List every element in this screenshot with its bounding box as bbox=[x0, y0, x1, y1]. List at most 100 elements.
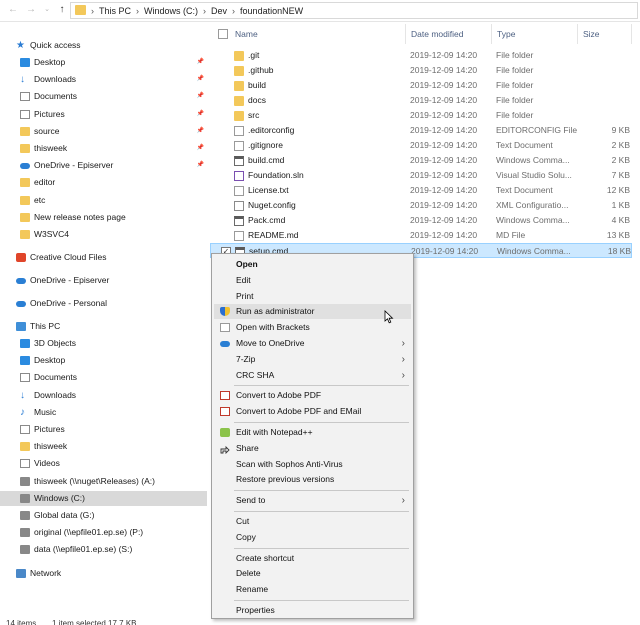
file-row[interactable]: .git 2019-12-09 14:20 File folder bbox=[210, 48, 632, 63]
nav-creative-cloud[interactable]: Creative Cloud Files bbox=[0, 250, 207, 265]
menu-item-delete[interactable]: Delete bbox=[214, 566, 411, 581]
breadcrumb-separator-icon[interactable]: › bbox=[203, 4, 206, 18]
nav-this-pc-item[interactable]: thisweek bbox=[0, 439, 207, 454]
file-date: 2019-12-09 14:20 bbox=[410, 215, 478, 225]
menu-item-open[interactable]: Open bbox=[214, 257, 411, 272]
nav-item-label: New release notes page bbox=[34, 211, 126, 222]
file-type: File folder bbox=[496, 95, 534, 105]
menu-item-convert-to-adobe-pdf-and-email[interactable]: Convert to Adobe PDF and EMail bbox=[214, 404, 411, 419]
breadcrumb-item[interactable]: Dev bbox=[211, 4, 227, 18]
nav-onedrive-personal[interactable]: OneDrive - Personal bbox=[0, 296, 207, 311]
column-header-type[interactable]: Type bbox=[492, 24, 578, 44]
menu-item-copy[interactable]: Copy bbox=[214, 530, 411, 545]
nav-quick-access-item[interactable]: Pictures 📌 bbox=[0, 107, 207, 122]
menu-item-create-shortcut[interactable]: Create shortcut bbox=[214, 551, 411, 566]
file-row[interactable]: docs 2019-12-09 14:20 File folder bbox=[210, 93, 632, 108]
file-date: 2019-12-09 14:20 bbox=[410, 125, 478, 135]
menu-item-edit-with-notepad[interactable]: Edit with Notepad++ bbox=[214, 425, 411, 440]
nav-this-pc-item[interactable]: Global data (G:) bbox=[0, 508, 207, 523]
nav-quick-access-item[interactable]: Documents 📌 bbox=[0, 89, 207, 104]
folder-icon bbox=[20, 212, 30, 222]
recent-locations-chevron-icon[interactable]: ⌄ bbox=[40, 3, 54, 17]
nav-quick-access-item[interactable]: W3SVC4 bbox=[0, 227, 207, 242]
nav-onedrive-episerver[interactable]: OneDrive - Episerver bbox=[0, 273, 207, 288]
menu-item-send-to[interactable]: Send to › bbox=[214, 493, 411, 508]
file-row[interactable]: .gitignore 2019-12-09 14:20 Text Document 2… bbox=[210, 138, 632, 153]
column-header-name[interactable]: Name bbox=[230, 24, 406, 44]
nav-this-pc-item[interactable]: ↓ Downloads bbox=[0, 388, 207, 403]
breadcrumb-separator-icon[interactable]: › bbox=[232, 4, 235, 18]
file-type: Windows Comma... bbox=[497, 246, 571, 256]
menu-item-restore-previous-versions[interactable]: Restore previous versions bbox=[214, 472, 411, 487]
nav-this-pc-item[interactable]: thisweek (\\nuget\Releases) (A:) bbox=[0, 474, 207, 489]
nav-this-pc-item[interactable]: Desktop bbox=[0, 353, 207, 368]
menu-item-open-with-brackets[interactable]: Open with Brackets bbox=[214, 320, 411, 335]
menu-item-crc-sha[interactable]: CRC SHA › bbox=[214, 368, 411, 383]
nav-this-pc-item[interactable]: original (\\epfile01.ep.se) (P:) bbox=[0, 525, 207, 540]
back-arrow-icon[interactable]: ← bbox=[6, 3, 20, 17]
nav-network[interactable]: Network bbox=[0, 566, 207, 581]
breadcrumb-separator-icon[interactable]: › bbox=[91, 4, 94, 18]
file-size: 1 KB bbox=[611, 200, 630, 210]
nav-quick-access-item[interactable]: thisweek 📌 bbox=[0, 141, 207, 156]
nav-quick-access[interactable]: ★ Quick access bbox=[0, 38, 207, 53]
menu-item-cut[interactable]: Cut bbox=[214, 514, 411, 529]
file-row[interactable]: README.md 2019-12-09 14:20 MD File 13 KB bbox=[210, 228, 632, 243]
menu-item-7-zip[interactable]: 7-Zip › bbox=[214, 352, 411, 367]
menu-separator bbox=[234, 600, 409, 601]
nav-this-pc-item[interactable]: Videos bbox=[0, 456, 207, 471]
breadcrumb-item[interactable]: Windows (C:) bbox=[144, 4, 198, 18]
nav-quick-access-item[interactable]: Desktop 📌 bbox=[0, 55, 207, 70]
select-all-checkbox[interactable] bbox=[218, 29, 228, 39]
file-row[interactable]: build.cmd 2019-12-09 14:20 Windows Comma..… bbox=[210, 153, 632, 168]
nav-this-pc-item[interactable]: Pictures bbox=[0, 422, 207, 437]
breadcrumb-item[interactable]: This PC bbox=[99, 4, 131, 18]
nav-item-label: original (\\epfile01.ep.se) (P:) bbox=[34, 527, 144, 538]
breadcrumb-item[interactable]: foundationNEW bbox=[240, 4, 303, 18]
column-header-size[interactable]: Size bbox=[578, 24, 632, 44]
nav-quick-access-item[interactable]: editor bbox=[0, 175, 207, 190]
breadcrumb-separator-icon[interactable]: › bbox=[136, 4, 139, 18]
nav-quick-access-item[interactable]: source 📌 bbox=[0, 124, 207, 139]
file-row[interactable]: Pack.cmd 2019-12-09 14:20 Windows Comma...… bbox=[210, 213, 632, 228]
onedrive-icon bbox=[16, 301, 26, 307]
nav-this-pc-item[interactable]: Documents bbox=[0, 370, 207, 385]
nav-this-pc-item[interactable]: ♪ Music bbox=[0, 405, 207, 420]
file-size: 2 KB bbox=[611, 140, 630, 150]
nav-this-pc[interactable]: This PC bbox=[0, 319, 207, 334]
menu-item-print[interactable]: Print bbox=[214, 289, 411, 304]
menu-item-edit[interactable]: Edit bbox=[214, 273, 411, 288]
file-row[interactable]: src 2019-12-09 14:20 File folder bbox=[210, 108, 632, 123]
menu-item-run-as-administrator[interactable]: Run as administrator bbox=[214, 304, 411, 320]
file-row[interactable]: Foundation.sln 2019-12-09 14:20 Visual Stu… bbox=[210, 168, 632, 183]
file-row[interactable]: License.txt 2019-12-09 14:20 Text Document… bbox=[210, 183, 632, 198]
nav-quick-access-item[interactable]: OneDrive - Episerver 📌 bbox=[0, 158, 207, 173]
menu-item-convert-to-adobe-pdf[interactable]: Convert to Adobe PDF bbox=[214, 388, 411, 403]
menu-item-scan-with-sophos-anti-virus[interactable]: Scan with Sophos Anti-Virus bbox=[214, 457, 411, 472]
nav-this-pc-item[interactable]: 3D Objects bbox=[0, 336, 207, 351]
up-arrow-icon[interactable]: ↑ bbox=[55, 3, 69, 17]
menu-item-rename[interactable]: Rename bbox=[214, 582, 411, 597]
menu-item-share[interactable]: Share bbox=[214, 441, 411, 456]
nav-quick-access-item[interactable]: ↓ Downloads 📌 bbox=[0, 72, 207, 87]
file-row[interactable]: .github 2019-12-09 14:20 File folder bbox=[210, 63, 632, 78]
nav-quick-access-item[interactable]: New release notes page bbox=[0, 210, 207, 225]
file-row[interactable]: build 2019-12-09 14:20 File folder bbox=[210, 78, 632, 93]
nav-item-label: source bbox=[34, 125, 60, 136]
file-icon bbox=[234, 186, 244, 196]
file-row[interactable]: .editorconfig 2019-12-09 14:20 EDITORCONFI… bbox=[210, 123, 632, 138]
cmd-file-icon bbox=[234, 156, 244, 166]
folder-icon bbox=[234, 111, 244, 121]
forward-arrow-icon[interactable]: → bbox=[24, 3, 38, 17]
file-row[interactable]: Nuget.config 2019-12-09 14:20 XML Configur… bbox=[210, 198, 632, 213]
file-name: Pack.cmd bbox=[248, 215, 286, 225]
column-header-date[interactable]: Date modified bbox=[406, 24, 492, 44]
nav-this-pc-item[interactable]: Windows (C:) bbox=[0, 490, 207, 506]
nav-quick-access-item[interactable]: etc bbox=[0, 193, 207, 208]
file-date: 2019-12-09 14:20 bbox=[410, 95, 478, 105]
status-item-count: 14 items bbox=[6, 619, 37, 625]
nav-this-pc-item[interactable]: data (\\epfile01.ep.se) (S:) bbox=[0, 542, 207, 557]
menu-item-properties[interactable]: Properties bbox=[214, 603, 411, 618]
menu-item-move-to-onedrive[interactable]: Move to OneDrive › bbox=[214, 336, 411, 351]
address-field[interactable]: › This PC › Windows (C:) › Dev › foundationNEW bbox=[70, 2, 638, 19]
